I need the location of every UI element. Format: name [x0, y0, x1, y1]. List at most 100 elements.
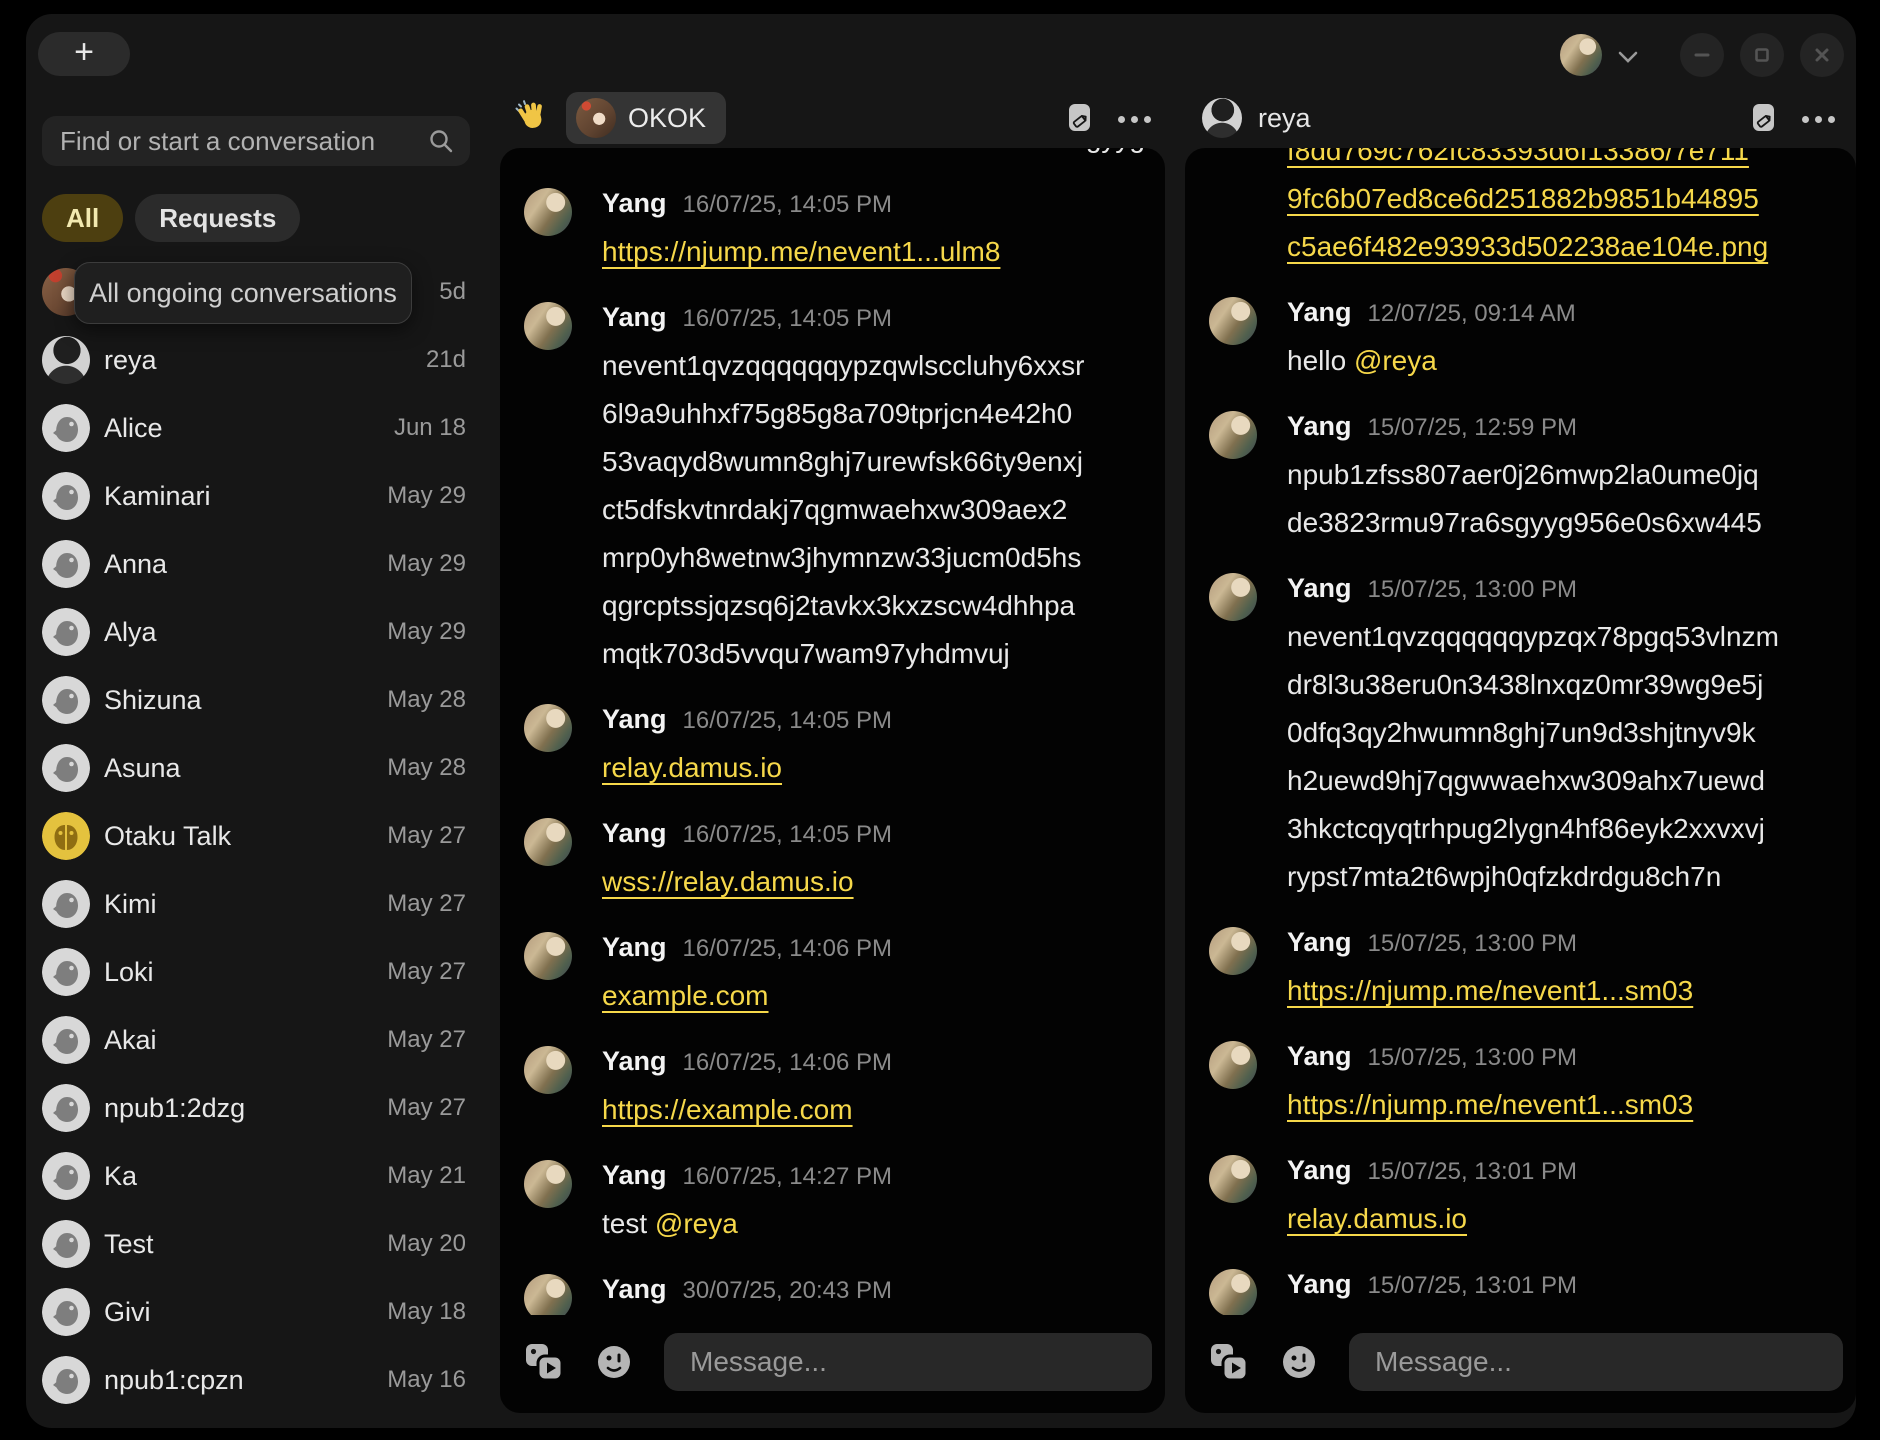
message-timestamp: 16/07/25, 14:05 PM — [683, 707, 892, 735]
message-link[interactable]: example.com — [602, 980, 769, 1011]
message-body: nevent1qvzqqqqqqypzqwlsccluhy6xxsr 6l9a9… — [602, 342, 1145, 678]
message-link[interactable]: https://njump.me/nevent1...sm03 — [1287, 1089, 1693, 1120]
message-input[interactable] — [664, 1333, 1152, 1391]
conversation-item[interactable]: Test May 20 — [42, 1210, 466, 1278]
emoji-picker-icon[interactable] — [596, 1344, 632, 1380]
conversation-item[interactable]: Ka May 21 — [42, 1142, 466, 1210]
mention[interactable]: @reya — [1354, 345, 1437, 376]
chevron-down-icon[interactable] — [1618, 50, 1638, 68]
avatar[interactable] — [1209, 927, 1257, 975]
message-link[interactable]: relay.damus.io — [602, 752, 782, 783]
conversation-item[interactable]: Anna May 29 — [42, 530, 466, 598]
conversation-time: May 16 — [387, 1366, 466, 1394]
avatar[interactable] — [524, 1274, 572, 1315]
conversation-item[interactable]: Alya May 29 — [42, 598, 466, 666]
message-link[interactable]: wss://relay.damus.io — [602, 866, 854, 897]
message-header: Yang 16/07/25, 14:06 PM — [602, 932, 1145, 966]
message-body: wss://relay.damus.io — [602, 858, 1145, 906]
message-sender[interactable]: Yang — [1287, 411, 1352, 442]
avatar[interactable] — [524, 818, 572, 866]
avatar[interactable] — [1209, 573, 1257, 621]
message-input[interactable] — [1349, 1333, 1843, 1391]
avatar — [42, 1356, 90, 1404]
message-sender[interactable]: Yang — [1287, 927, 1352, 958]
avatar[interactable] — [1209, 1155, 1257, 1203]
message-link[interactable]: https://example.com — [602, 1094, 853, 1125]
message-sender[interactable]: Yang — [602, 932, 667, 963]
account-avatar[interactable] — [1560, 34, 1602, 76]
search-input[interactable] — [60, 116, 420, 166]
conversation-name: Otaku Talk — [104, 821, 231, 852]
conversation-time: May 28 — [387, 754, 466, 782]
media-picker-icon[interactable] — [524, 1342, 564, 1382]
conversation-item[interactable]: Akai May 27 — [42, 1006, 466, 1074]
conversation-item[interactable]: Givi May 18 — [42, 1278, 466, 1346]
conversation-item[interactable]: Kimi May 27 — [42, 870, 466, 938]
note-edit-icon[interactable] — [1066, 102, 1093, 139]
avatar[interactable] — [524, 932, 572, 980]
message-sender[interactable]: Yang — [602, 1160, 667, 1191]
filter-chips: All Requests — [42, 194, 300, 242]
message-link[interactable]: relay.damus.io — [1287, 1203, 1467, 1234]
message-sender[interactable]: Yang — [602, 302, 667, 333]
maximize-button[interactable] — [1740, 33, 1784, 77]
avatar[interactable] — [524, 1160, 572, 1208]
conversation-item[interactable]: npub1:2dzg May 27 — [42, 1074, 466, 1142]
new-conversation-button[interactable]: + — [38, 32, 130, 76]
avatar[interactable] — [1209, 297, 1257, 345]
message-header: Yang 15/07/25, 12:59 PM — [1287, 411, 1836, 445]
avatar — [42, 744, 90, 792]
conversation-item[interactable]: Kaminari May 29 — [42, 462, 466, 530]
more-options-icon[interactable] — [1802, 116, 1835, 123]
conversation-name: reya — [104, 345, 157, 376]
message-sender[interactable]: Yang — [1287, 297, 1352, 328]
conversation-item[interactable]: Otaku Talk May 27 — [42, 802, 466, 870]
mention[interactable]: @reya — [655, 1208, 738, 1239]
message-text: npub1zfss807aer0j26mwp2la0ume0jq de3823r… — [1287, 459, 1762, 538]
message-timestamp: 16/07/25, 14:05 PM — [683, 305, 892, 333]
message-input-bar — [524, 1333, 1152, 1391]
emoji-picker-icon[interactable] — [1281, 1344, 1317, 1380]
conversation-item[interactable]: Alice Jun 18 — [42, 394, 466, 462]
message-link[interactable]: https://njump.me/nevent1...ulm8 — [602, 236, 1000, 267]
message-sender[interactable]: Yang — [602, 1274, 667, 1305]
avatar[interactable] — [524, 302, 572, 350]
message-sender[interactable]: Yang — [602, 188, 667, 219]
filter-requests[interactable]: Requests — [135, 194, 300, 242]
conversation-item[interactable]: Asuna May 28 — [42, 734, 466, 802]
avatar — [42, 812, 90, 860]
close-button[interactable] — [1800, 33, 1844, 77]
message-header: Yang 16/07/25, 14:27 PM — [602, 1160, 1145, 1194]
message-sender[interactable]: Yang — [1287, 1041, 1352, 1072]
avatar[interactable] — [524, 704, 572, 752]
avatar[interactable] — [1209, 1041, 1257, 1089]
conversation-item[interactable]: Shizuna May 28 — [42, 666, 466, 734]
message-sender[interactable]: Yang — [1287, 1155, 1352, 1186]
filter-all[interactable]: All — [42, 194, 123, 242]
conversation-item[interactable]: reya 21d — [42, 326, 466, 394]
message-sender[interactable]: Yang — [1287, 1269, 1352, 1300]
right-chat-header: reya — [1202, 98, 1311, 138]
minimize-button[interactable] — [1680, 33, 1724, 77]
avatar[interactable] — [524, 1046, 572, 1094]
message-body: wss://relay.damus.io — [1287, 1309, 1836, 1315]
conversation-item[interactable]: npub1:cpzn May 16 — [42, 1346, 466, 1414]
avatar[interactable] — [1202, 98, 1242, 138]
avatar[interactable] — [1209, 411, 1257, 459]
conversation-item[interactable]: Loki May 27 — [42, 938, 466, 1006]
message-link[interactable]: https://njump.me/nevent1...sm03 — [1287, 975, 1693, 1006]
chat-tab-okok[interactable]: OKOK — [566, 92, 726, 144]
note-edit-icon[interactable] — [1750, 102, 1777, 139]
message: Yang 15/07/25, 13:00 PM https://njump.me… — [1209, 1041, 1836, 1129]
media-picker-icon[interactable] — [1209, 1342, 1249, 1382]
conversation-name: Anna — [104, 549, 167, 580]
avatar[interactable] — [524, 188, 572, 236]
more-options-icon[interactable] — [1118, 116, 1151, 123]
message-sender[interactable]: Yang — [602, 818, 667, 849]
conversation-time: May 27 — [387, 1094, 466, 1122]
message-link[interactable]: f8dd769c762fc83393d6f13386/7e711 9fc6b07… — [1287, 148, 1768, 262]
message-sender[interactable]: Yang — [602, 1046, 667, 1077]
message-sender[interactable]: Yang — [1287, 573, 1352, 604]
avatar[interactable] — [1209, 1269, 1257, 1315]
message-sender[interactable]: Yang — [602, 704, 667, 735]
